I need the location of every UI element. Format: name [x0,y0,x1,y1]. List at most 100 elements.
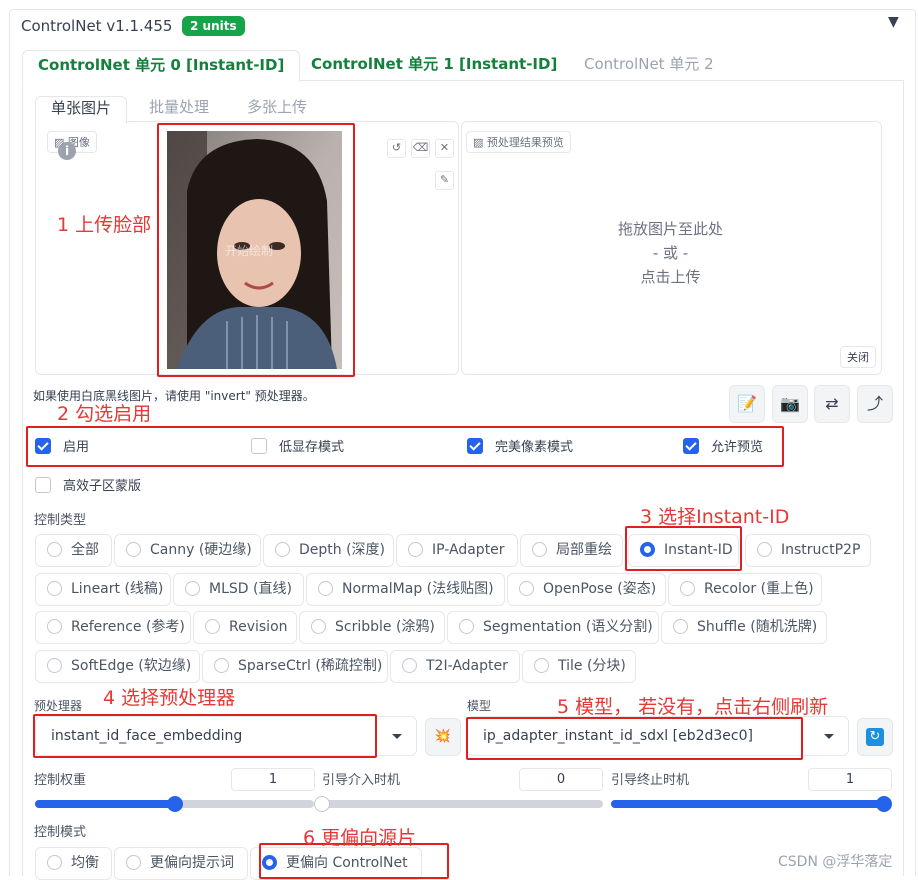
radio-circle[interactable] [532,541,547,557]
control-type-depth[interactable]: Depth (深度) [263,534,394,567]
control-type-lineart[interactable]: Lineart (线稿) [35,573,171,606]
close-icon[interactable]: ✕ [435,139,454,158]
control-type-option-label: InstructP2P [781,542,861,558]
control-type-ip-adapter[interactable]: IP-Adapter [396,534,518,567]
control-type-t2i-adapter[interactable]: T2I-Adapter [390,650,520,683]
annotation-6: 6 更偏向源片 [303,827,417,849]
control-type-revision[interactable]: Revision [193,611,297,644]
end-label: 引导终止时机 [611,773,690,788]
control-type-scribble[interactable]: Scribble (涂鸦) [299,611,445,644]
radio-circle[interactable] [459,618,474,634]
start-slider[interactable] [314,796,603,812]
tab-multi-upload[interactable]: 多张上传 [247,96,307,122]
slider-thumb[interactable] [876,796,892,812]
tab-batch[interactable]: 批量处理 [149,96,209,122]
close-preview-button[interactable]: 关闭 [840,346,876,368]
tab-single-image[interactable]: 单张图片 [35,96,128,124]
weight-input[interactable]: 1 [231,768,315,791]
radio-circle[interactable] [185,580,200,596]
triangle-down-icon[interactable]: ▼ [888,14,899,30]
radio-circle[interactable] [47,657,62,673]
slider-fill [611,800,884,808]
radio-circle[interactable] [126,541,141,557]
radio-circle[interactable] [534,657,549,673]
tab-unit-1[interactable]: ControlNet 单元 1 [Instant-ID] [311,50,557,80]
control-type-all[interactable]: 全部 [35,534,112,567]
annotation-1: 1 上传脸部 [57,214,152,236]
run-preprocessor-icon[interactable]: 💥 [425,718,461,756]
control-type-shuffle[interactable]: Shuffle (随机洗牌) [661,611,827,644]
control-type-inpaint[interactable]: 局部重绘 [520,534,623,567]
eraser-icon[interactable]: ⌫ [411,139,430,158]
undo-icon[interactable]: ↺ [387,139,406,158]
control-type-normalmap[interactable]: NormalMap (法线贴图) [306,573,505,606]
control-type-reference[interactable]: Reference (参考) [35,611,191,644]
radio-circle[interactable] [311,618,326,634]
control-type-sparsectrl[interactable]: SparseCtrl (稀疏控制) [202,650,388,683]
control-type-recolor[interactable]: Recolor (重上色) [668,573,822,606]
camera-icon[interactable]: 📷 [772,385,808,423]
control-mode-option-label: 更偏向提示词 [150,855,234,871]
radio-circle[interactable] [126,854,141,870]
slider-thumb[interactable] [314,796,330,812]
control-mode-label: 控制模式 [34,825,87,840]
image-icon: ▨ [473,136,487,149]
annotation-5: 5 模型， 若没有，点击右侧刷新 [557,696,829,718]
preview-chip-label: 预处理结果预览 [486,136,564,149]
panel-title: ControlNet v1.1.455 [21,17,173,35]
radio-circle[interactable] [402,657,417,673]
checkbox-efficient-mask[interactable]: 高效子区蒙版 [35,475,141,494]
control-type-canny[interactable]: Canny (硬边缘) [114,534,261,567]
radio-circle[interactable] [47,541,62,557]
refresh-icon[interactable]: ↻ [857,718,893,756]
radio-circle[interactable] [205,618,220,634]
control-type-option-label: SoftEdge (软边缘) [71,658,192,674]
info-icon[interactable]: i [58,142,76,160]
radio-circle[interactable] [47,580,62,596]
radio-circle[interactable] [757,541,772,557]
radio-circle[interactable] [318,580,333,596]
weight-slider[interactable] [35,796,314,812]
radio-circle[interactable] [47,854,62,870]
control-type-option-label: Revision [229,619,288,635]
start-input[interactable]: 0 [519,768,603,791]
edit-icon[interactable]: 📝 [729,385,765,423]
checkbox-efficient-mask-box[interactable] [35,476,51,493]
radio-circle[interactable] [519,580,534,596]
control-type-softedge[interactable]: SoftEdge (软边缘) [35,650,200,683]
control-type-option-label: NormalMap (法线贴图) [342,581,494,597]
send-icon[interactable]: ⤴ [857,385,893,423]
radio-circle[interactable] [408,541,423,557]
units-badge: 2 units [182,16,245,36]
tab-unit-0[interactable]: ControlNet 单元 0 [Instant-ID] [22,50,301,82]
control-type-openpose[interactable]: OpenPose (姿态) [507,573,666,606]
control-type-option-label: 局部重绘 [556,542,612,558]
control-type-option-label: Reference (参考) [71,619,185,635]
control-type-option-label: IP-Adapter [432,542,505,558]
control-type-tile[interactable]: Tile (分块) [522,650,636,683]
radio-circle[interactable] [214,657,229,673]
swap-icon[interactable]: ⇄ [814,385,850,423]
start-label: 引导介入时机 [322,773,401,788]
end-slider[interactable] [611,796,892,812]
control-type-option-label: Lineart (线稿) [71,581,164,597]
watermark: CSDN @浮华落定 [778,854,893,870]
annotation-box-photo [157,123,355,377]
control-mode-prompt[interactable]: 更偏向提示词 [114,847,248,880]
brush-icon[interactable]: ✎ [435,171,454,190]
checkbox-efficient-mask-label: 高效子区蒙版 [63,479,142,494]
control-type-mlsd[interactable]: MLSD (直线) [173,573,304,606]
control-type-option-label: SparseCtrl (稀疏控制) [238,658,383,674]
radio-circle[interactable] [47,618,62,634]
end-input[interactable]: 1 [808,768,892,791]
radio-circle[interactable] [680,580,695,596]
control-type-segmentation[interactable]: Segmentation (语义分割) [447,611,659,644]
slider-thumb[interactable] [166,796,183,812]
radio-circle[interactable] [673,618,688,634]
control-type-instructp2p[interactable]: InstructP2P [745,534,871,567]
tab-unit-2[interactable]: ControlNet 单元 2 [584,50,714,80]
radio-circle[interactable] [275,541,290,557]
control-mode-balanced[interactable]: 均衡 [35,847,112,880]
drop-line-2: - 或 - [652,244,689,262]
model-label: 模型 [467,699,492,713]
